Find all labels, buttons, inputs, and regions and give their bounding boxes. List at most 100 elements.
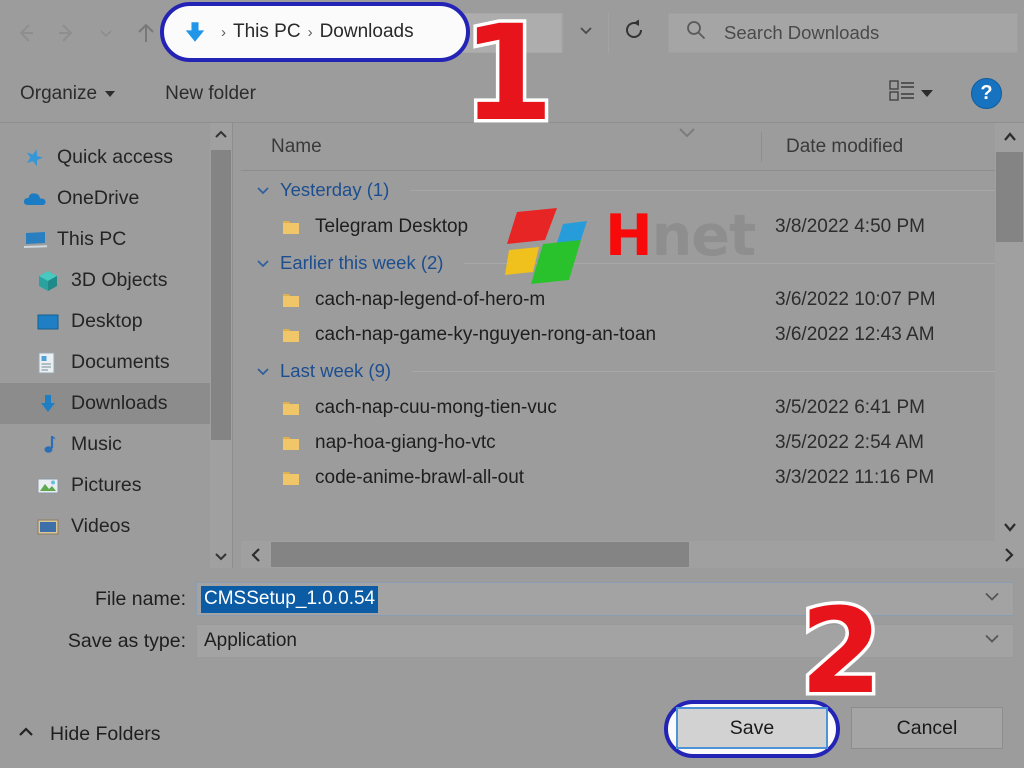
chevron-down-icon (576, 20, 596, 45)
breadcrumb-separator: › (221, 24, 226, 41)
downloads-arrow-icon (182, 19, 208, 45)
up-one-level-button[interactable] (126, 10, 166, 56)
sidebar-scroll-thumb[interactable] (211, 150, 231, 440)
chevron-down-icon[interactable] (983, 590, 1001, 609)
navigation-bar: › This PC › Downloads Search D (0, 0, 1024, 65)
refresh-button[interactable] (608, 13, 658, 53)
chevron-down-icon (676, 125, 698, 144)
sidebar-item-label: Videos (71, 515, 130, 538)
file-date-modified: 3/6/2022 10:07 PM (775, 289, 936, 311)
chevron-down-icon[interactable] (255, 255, 271, 271)
breadcrumb-separator: › (308, 24, 313, 41)
sidebar-item-this-pc[interactable]: This PC (0, 219, 232, 260)
sidebar-item-pictures[interactable]: Pictures (0, 465, 232, 506)
picture-icon (36, 475, 62, 497)
file-name: nap-hoa-giang-ho-vtc (315, 432, 775, 454)
details-view-icon[interactable] (889, 79, 915, 108)
file-list-horizontal-scrollbar[interactable] (241, 541, 1024, 568)
back-button[interactable] (6, 10, 46, 56)
table-row[interactable]: nap-hoa-giang-ho-vtc 3/5/2022 2:54 AM (241, 425, 1024, 460)
file-date-modified: 3/6/2022 12:43 AM (775, 324, 935, 346)
help-icon[interactable]: ? (971, 78, 1002, 109)
navigation-sidebar: Quick access OneDrive This PC 3D Objects (0, 123, 232, 568)
sidebar-scroll-up-button[interactable] (210, 123, 232, 147)
sidebar-item-label: OneDrive (57, 187, 139, 210)
file-date-modified: 3/5/2022 2:54 AM (775, 432, 924, 454)
chevron-down-icon (97, 24, 115, 42)
chevron-up-icon (1001, 129, 1019, 145)
column-headers: Name Date modified (241, 123, 1024, 171)
group-header-earlier-this-week[interactable]: Earlier this week (2) (241, 244, 1024, 282)
recent-locations-button[interactable] (86, 10, 126, 56)
save-as-type-select[interactable]: Application (196, 624, 1014, 658)
sidebar-item-documents[interactable]: Documents (0, 342, 232, 383)
file-list-hscroll-thumb[interactable] (271, 542, 689, 567)
arrow-left-icon (13, 20, 39, 46)
file-name: code-anime-brawl-all-out (315, 467, 775, 489)
refresh-icon (622, 18, 646, 47)
view-dropdown-button[interactable] (921, 90, 933, 97)
organize-button[interactable]: Organize (20, 83, 115, 105)
sidebar-item-videos[interactable]: Videos (0, 506, 232, 547)
star-pin-icon (22, 146, 48, 170)
document-icon (36, 351, 62, 375)
group-header-yesterday[interactable]: Yesterday (1) (241, 171, 1024, 209)
table-row[interactable]: cach-nap-game-ky-nguyen-rong-an-toan 3/6… (241, 317, 1024, 352)
sidebar-scrollbar[interactable] (210, 123, 232, 568)
desktop-icon (36, 311, 62, 333)
forward-button[interactable] (46, 10, 86, 56)
sidebar-item-downloads[interactable]: Downloads (0, 383, 232, 424)
chevron-down-icon[interactable] (255, 363, 271, 379)
file-list-scroll-down-button[interactable] (995, 513, 1024, 541)
cancel-button[interactable]: Cancel (851, 707, 1003, 749)
sidebar-item-quick-access[interactable]: Quick access (0, 137, 232, 178)
save-as-type-row: Save as type: Application (0, 624, 1024, 658)
chevron-down-icon[interactable] (983, 632, 1001, 651)
sidebar-item-music[interactable]: Music (0, 424, 232, 465)
file-list-pane: Name Date modified Yesterday (1) Te (241, 123, 1024, 568)
file-name: cach-nap-game-ky-nguyen-rong-an-toan (315, 324, 775, 346)
chevron-down-icon (213, 548, 229, 564)
column-header-name[interactable]: Name (241, 136, 511, 158)
table-row[interactable]: Telegram Desktop 3/8/2022 4:50 PM (241, 209, 1024, 244)
table-row[interactable]: code-anime-brawl-all-out 3/3/2022 11:16 … (241, 460, 1024, 495)
file-list-scroll-right-button[interactable] (994, 541, 1024, 568)
group-label: Yesterday (1) (280, 179, 389, 201)
file-list-scroll-up-button[interactable] (995, 123, 1024, 151)
download-icon (36, 392, 62, 416)
file-list-vertical-scrollbar[interactable] (995, 123, 1024, 541)
save-button-highlighted[interactable]: Save (676, 707, 828, 749)
address-bar-highlighted[interactable]: › This PC › Downloads (172, 12, 462, 52)
folder-icon (281, 468, 303, 488)
file-list-scroll-thumb[interactable] (996, 152, 1023, 242)
pane-splitter[interactable] (232, 123, 241, 568)
sidebar-item-label: Downloads (71, 392, 167, 415)
command-toolbar: Organize New folder ? (0, 65, 1024, 123)
caret-down-icon (105, 91, 115, 97)
chevron-up-icon (213, 127, 229, 143)
breadcrumb-item-this-pc-label[interactable]: This PC (233, 21, 301, 43)
breadcrumb-item-downloads-label[interactable]: Downloads (320, 21, 414, 43)
search-input[interactable]: Search Downloads (668, 13, 1018, 53)
file-name-input[interactable]: CMSSetup_1.0.0.54 (196, 582, 1014, 616)
sidebar-item-desktop[interactable]: Desktop (0, 301, 232, 342)
table-row[interactable]: cach-nap-cuu-mong-tien-vuc 3/5/2022 6:41… (241, 390, 1024, 425)
hide-folders-label: Hide Folders (50, 723, 161, 746)
table-row[interactable]: cach-nap-legend-of-hero-m 3/6/2022 10:07… (241, 282, 1024, 317)
group-header-last-week[interactable]: Last week (9) (241, 352, 1024, 390)
save-as-type-value: Application (201, 630, 300, 652)
file-date-modified: 3/8/2022 4:50 PM (775, 216, 925, 238)
group-rule (464, 263, 1006, 264)
new-folder-button[interactable]: New folder (165, 83, 256, 105)
new-folder-label: New folder (165, 83, 256, 105)
sidebar-item-3d-objects[interactable]: 3D Objects (0, 260, 232, 301)
file-list-scroll-left-button[interactable] (241, 541, 271, 568)
chevron-down-icon[interactable] (255, 182, 271, 198)
hide-folders-button[interactable]: Hide Folders (16, 723, 161, 746)
file-date-modified: 3/5/2022 6:41 PM (775, 397, 925, 419)
sidebar-item-onedrive[interactable]: OneDrive (0, 178, 232, 219)
folder-icon (281, 290, 303, 310)
address-dropdown-button[interactable] (562, 13, 608, 53)
column-header-date-modified[interactable]: Date modified (762, 136, 903, 158)
sidebar-scroll-down-button[interactable] (210, 544, 232, 568)
